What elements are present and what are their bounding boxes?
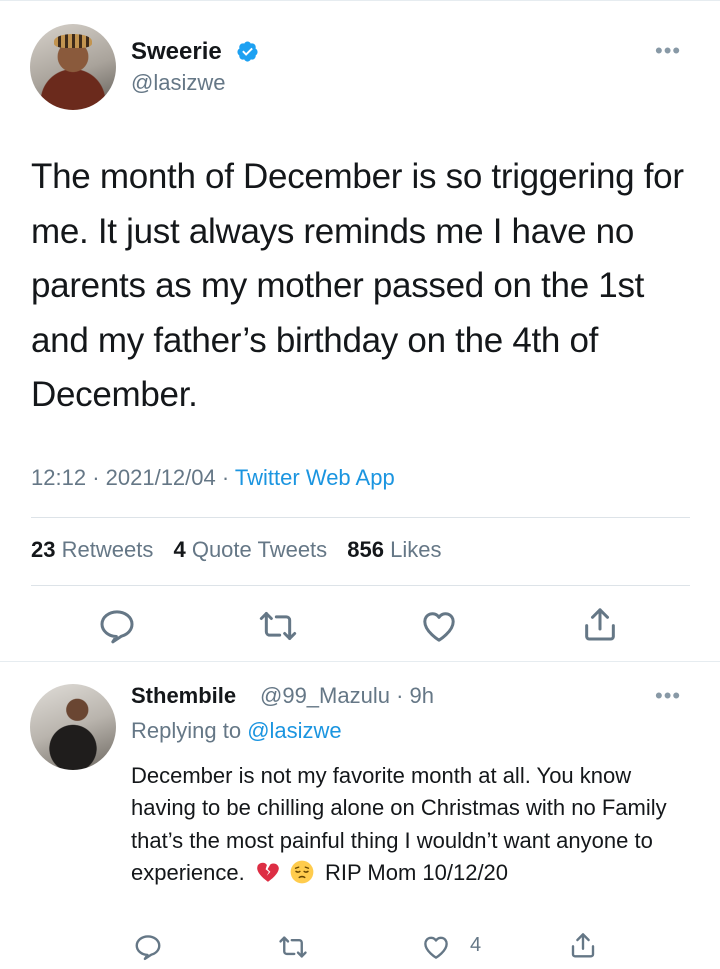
reply-icon[interactable] [133, 932, 163, 962]
reply-text-end: RIP Mom 10/12/20 [325, 860, 509, 886]
retweet-icon[interactable] [278, 932, 308, 962]
replying-mention[interactable]: @lasizwe [247, 718, 341, 743]
share-icon[interactable] [568, 930, 598, 960]
more-options-icon[interactable]: ••• [655, 683, 687, 708]
tweet-metadata: 12:12 · 2021/12/04 · Twitter Web App [31, 465, 395, 491]
tweet-date[interactable]: 2021/12/04 [106, 465, 216, 490]
quote-tweets-stat[interactable]: 4 Quote Tweets [173, 537, 327, 562]
meta-separator: · [92, 465, 100, 490]
retweet-icon[interactable] [258, 606, 298, 646]
meta-separator: · [221, 465, 230, 490]
replying-prefix: Replying to [131, 718, 242, 743]
reply-icon[interactable] [97, 606, 137, 646]
replying-to: Replying to @lasizwe [131, 718, 342, 744]
reply-author-avatar[interactable] [30, 684, 116, 770]
verified-badge-icon [237, 41, 258, 62]
heart-icon[interactable] [421, 932, 451, 962]
retweets-stat[interactable]: 23 Retweets [31, 537, 153, 562]
section-divider [0, 661, 720, 662]
tweet-text: The month of December is so triggering f… [31, 157, 684, 414]
engagement-stats: 23 Retweets 4 Quote Tweets 856 Likes [31, 537, 442, 563]
reply-author-name[interactable]: Sthembile [131, 683, 236, 709]
pensive-face-emoji [290, 860, 314, 884]
reply-author-handle[interactable]: @99_Mazulu · 9h [260, 683, 434, 709]
divider [31, 585, 690, 586]
broken-heart-emoji [257, 863, 279, 882]
more-options-icon[interactable]: ••• [655, 38, 687, 63]
top-divider [0, 0, 720, 1]
author-handle[interactable]: @lasizwe [131, 70, 225, 96]
reply-like-count: 4 [470, 934, 482, 956]
author-avatar[interactable] [30, 24, 116, 110]
tweet-source-app[interactable]: Twitter Web App [235, 465, 395, 490]
author-name[interactable]: Sweerie [131, 38, 222, 66]
heart-icon[interactable] [419, 606, 459, 646]
tweet-time: 12:12 [31, 465, 87, 490]
share-icon[interactable] [580, 604, 620, 644]
divider [31, 517, 690, 518]
reply-text: December is not my favorite month at all… [131, 760, 691, 890]
likes-stat[interactable]: 856 Likes [347, 537, 441, 562]
